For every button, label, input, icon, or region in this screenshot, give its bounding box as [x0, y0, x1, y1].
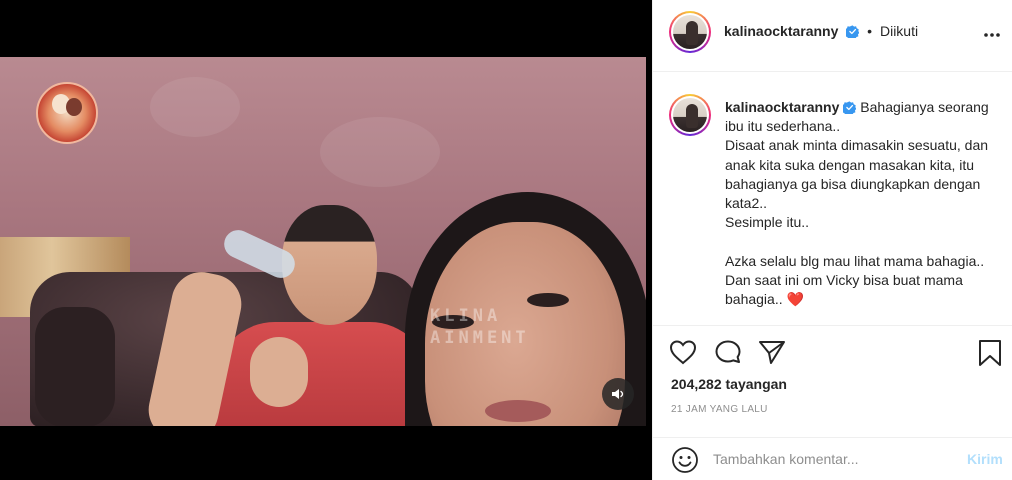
header-username[interactable]: kalinaocktaranny: [724, 23, 838, 39]
post-timestamp[interactable]: 21 JAM YANG LALU: [671, 404, 768, 415]
caption-avatar[interactable]: [669, 94, 711, 136]
view-count[interactable]: 204,282 tayangan: [671, 376, 787, 392]
post-header: kalinaocktaranny • Diikuti: [653, 0, 1012, 72]
comment-bar: Kirim: [653, 437, 1012, 480]
caption-text: kalinaocktaranny Bahagianya seorang ibu …: [725, 98, 995, 309]
sofa-arm: [35, 307, 115, 426]
paper-plane-icon: [759, 341, 785, 364]
bookmark-icon: [979, 340, 1001, 366]
video-watermark: KLINA AINMENT: [430, 305, 530, 349]
emoji-button[interactable]: [671, 446, 699, 479]
separator-dot: •: [867, 23, 873, 39]
share-button[interactable]: [758, 339, 786, 370]
post-actions: 204,282 tayangan 21 JAM YANG LALU: [653, 327, 1012, 437]
avatar-image: [673, 15, 707, 49]
post-video[interactable]: KLINA AINMENT: [0, 57, 646, 426]
comment-input[interactable]: [713, 448, 953, 470]
send-comment-button[interactable]: Kirim: [967, 451, 1003, 467]
more-options-icon: [984, 33, 1000, 37]
caption-body: Bahagianya seorang ibu itu sederhana.. D…: [725, 99, 989, 308]
woman-eye-right: [527, 293, 569, 307]
watermark-line-2: AINMENT: [430, 328, 530, 348]
avatar-image: [673, 98, 707, 132]
sound-toggle-button[interactable]: [602, 378, 634, 410]
emoji-smiley-icon: [672, 447, 698, 473]
channel-logo: [36, 82, 98, 144]
boy-red-shirt: [215, 322, 430, 426]
thumbs-up-hand: [250, 337, 308, 407]
post-caption-section: kalinaocktaranny Bahagianya seorang ibu …: [653, 72, 1012, 326]
avatar[interactable]: [669, 11, 711, 53]
logo-figure: [66, 98, 82, 116]
verified-badge-icon: [843, 101, 857, 114]
boy-head: [282, 205, 377, 325]
speaker-icon: [612, 389, 624, 399]
header-user-row: kalinaocktaranny • Diikuti: [724, 23, 918, 39]
heart-icon: [669, 340, 697, 365]
heart-emoji: ❤️: [786, 291, 804, 308]
avatar-ring: [671, 96, 709, 134]
follow-status-button[interactable]: Diikuti: [880, 23, 918, 39]
save-button[interactable]: [977, 339, 1003, 372]
caption-username[interactable]: kalinaocktaranny: [725, 99, 839, 115]
like-button[interactable]: [669, 339, 697, 370]
watermark-line-1: KLINA: [430, 306, 502, 326]
verified-badge-icon: [846, 25, 860, 38]
comment-button[interactable]: [714, 339, 742, 370]
wall-texture: [150, 77, 240, 137]
avatar-ring: [671, 13, 709, 51]
woman-lips: [485, 400, 551, 422]
wall-texture: [320, 117, 440, 187]
comment-bubble-icon: [715, 340, 741, 363]
post-sidebar: kalinaocktaranny • Diikuti kalinaocktara…: [652, 0, 1012, 480]
post-media-area: KLINA AINMENT: [0, 0, 652, 480]
more-options-button[interactable]: [983, 26, 1001, 49]
